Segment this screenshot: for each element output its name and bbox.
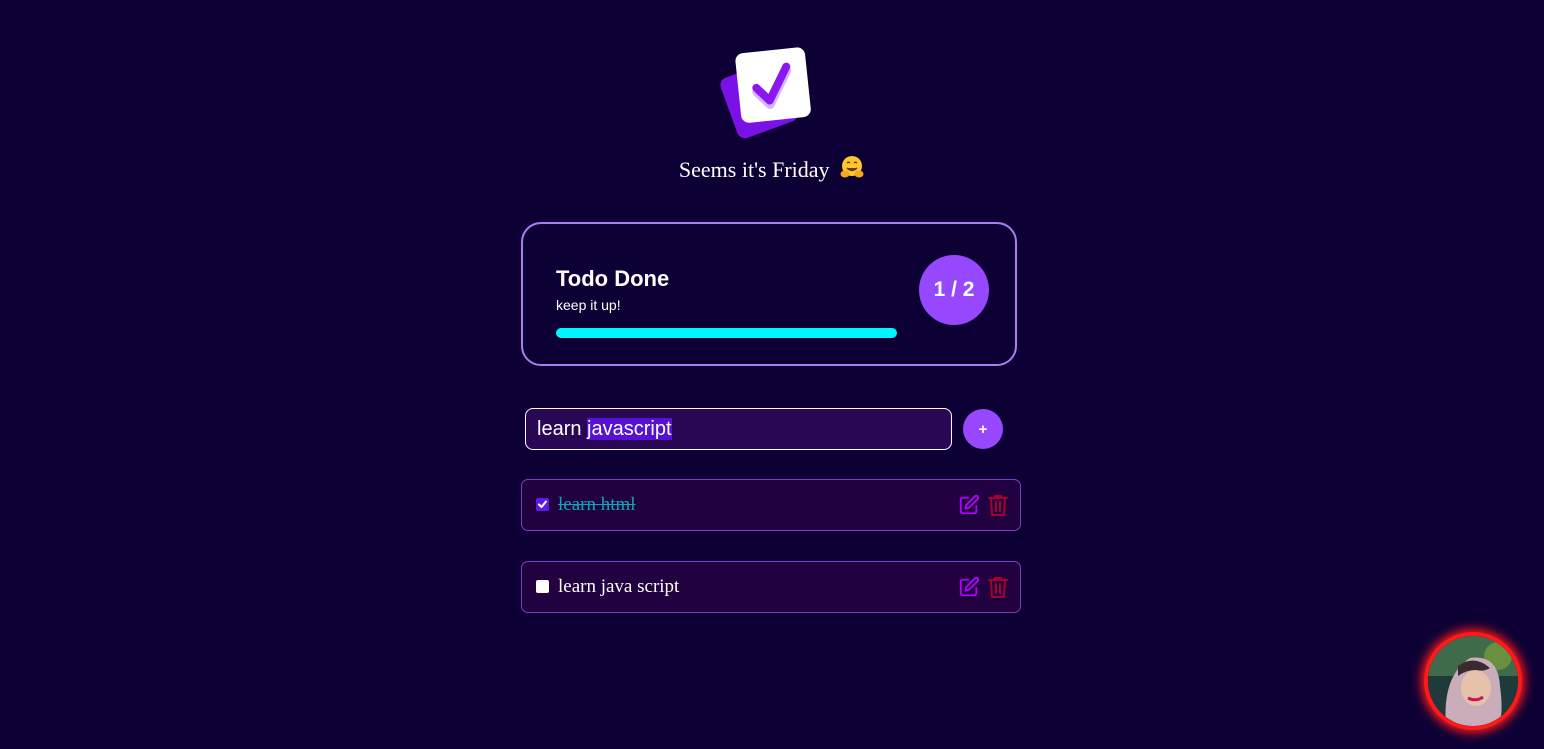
progress-bar-fill: [556, 328, 897, 338]
progress-card: Todo Done keep it up! 1 / 2: [521, 222, 1017, 366]
app-logo: [718, 44, 814, 140]
todo-checkbox[interactable]: [536, 498, 549, 511]
greeting-text: Seems it's Friday: [678, 157, 830, 182]
progress-title: Todo Done: [556, 266, 670, 291]
todo-input[interactable]: [525, 408, 952, 450]
edit-icon[interactable]: [958, 576, 980, 598]
trash-icon[interactable]: [987, 575, 1009, 599]
profile-avatar-button[interactable]: [1424, 632, 1522, 730]
todo-checkbox[interactable]: [536, 580, 549, 593]
todo-item: learn java script: [521, 561, 1021, 613]
todo-label: learn html: [558, 494, 636, 515]
checkmark-icon: [538, 500, 547, 508]
add-todo-button[interactable]: +: [963, 409, 1003, 449]
progress-subtitle: keep it up!: [556, 297, 621, 313]
hugging-face-emoji: [839, 154, 865, 188]
todo-label: learn java script: [558, 576, 680, 597]
avatar: [1428, 636, 1518, 726]
avatar-photo: [1428, 636, 1518, 726]
checkbox-logo-icon: [720, 47, 811, 139]
todo-item: learn html: [521, 479, 1021, 531]
progress-bar: [556, 328, 897, 338]
trash-icon[interactable]: [987, 493, 1009, 517]
greeting: Seems it's Friday: [0, 154, 1544, 188]
done-count-badge: 1 / 2: [919, 255, 989, 325]
hugging-face-icon: [840, 156, 864, 178]
edit-icon[interactable]: [958, 494, 980, 516]
